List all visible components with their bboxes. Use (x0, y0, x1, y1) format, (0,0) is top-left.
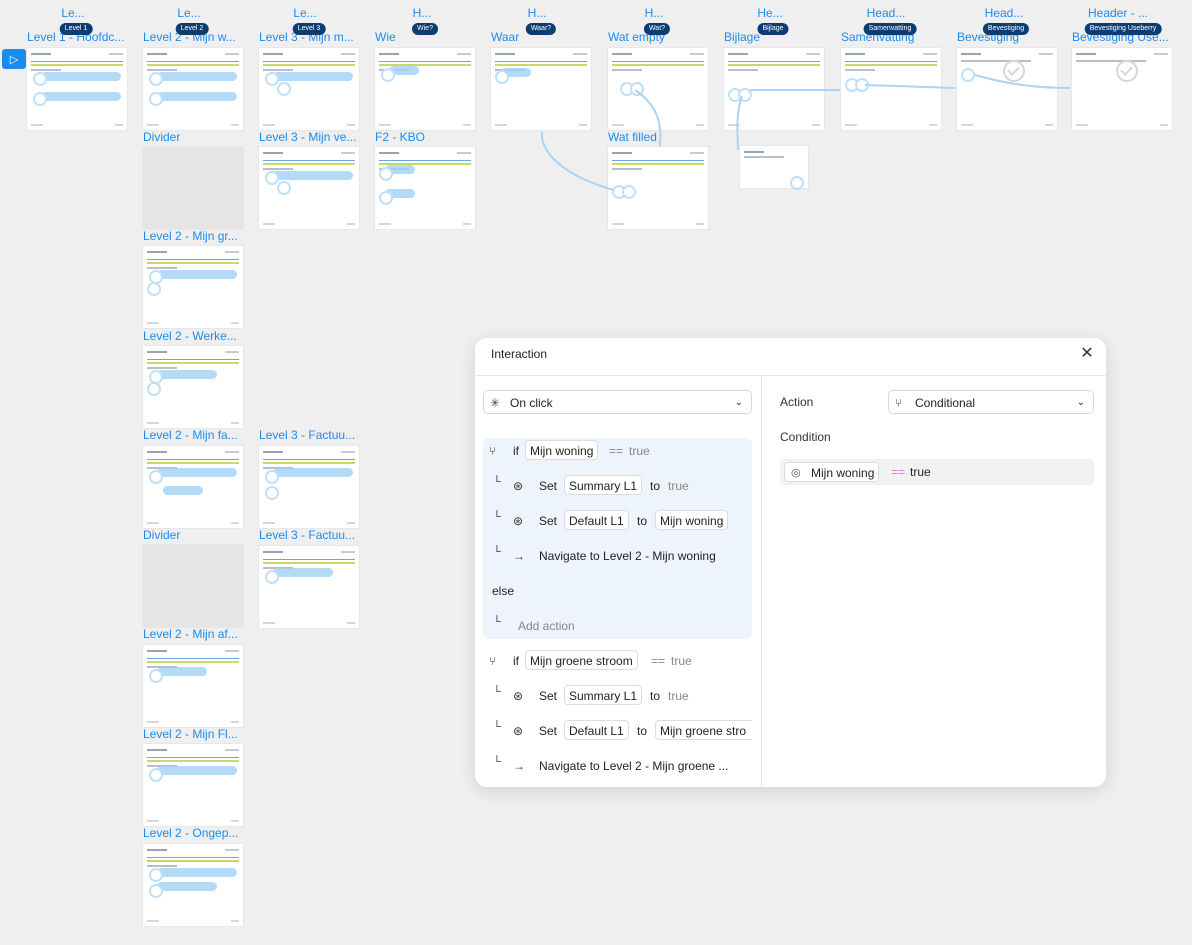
value-chip[interactable]: Mijn woning (655, 510, 729, 530)
to-keyword: to (637, 514, 648, 528)
cursor-click-icon: ✳ (490, 396, 501, 410)
value: true (668, 689, 689, 703)
if-row[interactable]: ⑂ if Mijn woning == true (483, 440, 752, 462)
conditional-icon: ⑂ (489, 654, 497, 668)
if-keyword: if (513, 654, 519, 668)
trigger-dropdown[interactable]: ✳ On click ⌄ (483, 390, 752, 414)
interaction-panel: Interaction ✕ ✳ On click ⌄ ⑂ if Mijn won… (475, 338, 1106, 787)
condition-operator[interactable]: == (891, 462, 905, 482)
action-label: Action (780, 395, 814, 409)
condition-expression[interactable]: ◎ Mijn woning == true (780, 459, 1094, 485)
to-keyword: to (650, 689, 661, 703)
prototype-canvas[interactable]: ▷ Le... Le... Le... H... H... H... He...… (0, 0, 1192, 945)
trigger-label: On click (510, 396, 553, 410)
set-variable-icon: ⊛ (513, 514, 524, 528)
set-action-row[interactable]: └ ⊛ Set Summary L1 to true (483, 475, 752, 497)
value: true (671, 654, 692, 668)
tree-branch-icon: └ (493, 546, 501, 558)
to-keyword: to (637, 724, 648, 738)
condition-variable-chip[interactable]: ◎ Mijn woning (784, 462, 880, 482)
set-keyword: Set (539, 724, 558, 738)
panel-divider-vertical (761, 375, 762, 787)
value-chip[interactable]: Mijn groene stro (655, 720, 752, 740)
conditional-icon: ⑂ (895, 396, 903, 410)
set-variable-icon: ⊛ (513, 724, 524, 738)
variable-chip[interactable]: Default L1 (564, 510, 629, 530)
variable-chip[interactable]: Summary L1 (564, 685, 643, 705)
navigate-label: Navigate to Level 2 - Mijn groene ... (539, 759, 729, 773)
panel-title: Interaction (491, 347, 548, 361)
variable-chip[interactable]: Mijn groene stroom (525, 650, 638, 670)
tree-branch-icon: └ (493, 476, 501, 488)
variable-chip[interactable]: Default L1 (564, 720, 629, 740)
panel-divider (475, 375, 1106, 376)
condition-label: Condition (780, 430, 831, 444)
to-keyword: to (650, 479, 661, 493)
close-button[interactable]: ✕ (1078, 345, 1096, 363)
set-action-row[interactable]: └ ⊛ Set Summary L1 to true (483, 685, 752, 707)
operator: == (609, 444, 624, 458)
variable-chip[interactable]: Mijn woning (525, 440, 599, 460)
chevron-down-icon: ⌄ (1076, 397, 1085, 408)
tree-branch-icon: └ (493, 616, 501, 628)
navigate-label: Navigate to Level 2 - Mijn woning (539, 549, 716, 563)
tree-branch-icon: └ (493, 511, 501, 523)
set-action-row[interactable]: └ ⊛ Set Default L1 to Mijn woning (483, 510, 752, 532)
set-variable-icon: ⊛ (513, 689, 524, 703)
action-value: Conditional (915, 396, 976, 410)
arrow-right-icon: → (513, 759, 525, 773)
tree-branch-icon: └ (493, 721, 501, 733)
set-keyword: Set (539, 514, 558, 528)
set-keyword: Set (539, 689, 558, 703)
navigate-action-row[interactable]: └ → Navigate to Level 2 - Mijn groene ..… (483, 755, 752, 777)
conditional-block[interactable]: ⑂ if Mijn woning == true └ ⊛ Set Summary… (483, 438, 752, 639)
value: true (629, 444, 650, 458)
operator: == (651, 654, 666, 668)
chevron-down-icon: ⌄ (734, 397, 743, 408)
variable-chip[interactable]: Summary L1 (564, 475, 643, 495)
tree-branch-icon: └ (493, 756, 501, 768)
set-variable-icon: ⊛ (513, 479, 524, 493)
action-dropdown[interactable]: ⑂ Conditional ⌄ (888, 390, 1094, 414)
close-icon: ✕ (1080, 345, 1094, 362)
condition-value[interactable]: true (910, 462, 931, 482)
if-keyword: if (513, 444, 519, 458)
arrow-right-icon: → (513, 549, 525, 563)
if-row[interactable]: ⑂ if Mijn groene stroom == true (483, 650, 752, 672)
value: true (668, 479, 689, 493)
set-action-row[interactable]: └ ⊛ Set Default L1 to Mijn groene stro (483, 720, 752, 742)
conditional-icon: ⑂ (489, 444, 497, 458)
boolean-variable-icon: ◎ (791, 467, 801, 479)
set-keyword: Set (539, 479, 558, 493)
condition-variable-label: Mijn woning (811, 466, 875, 480)
navigate-action-row[interactable]: └ → Navigate to Level 2 - Mijn woning (483, 545, 752, 567)
else-row: else (483, 580, 752, 602)
add-action-row[interactable]: └ Add action (483, 615, 752, 637)
tree-branch-icon: └ (493, 686, 501, 698)
else-keyword: else (492, 584, 515, 598)
add-action-button[interactable]: Add action (518, 615, 575, 637)
